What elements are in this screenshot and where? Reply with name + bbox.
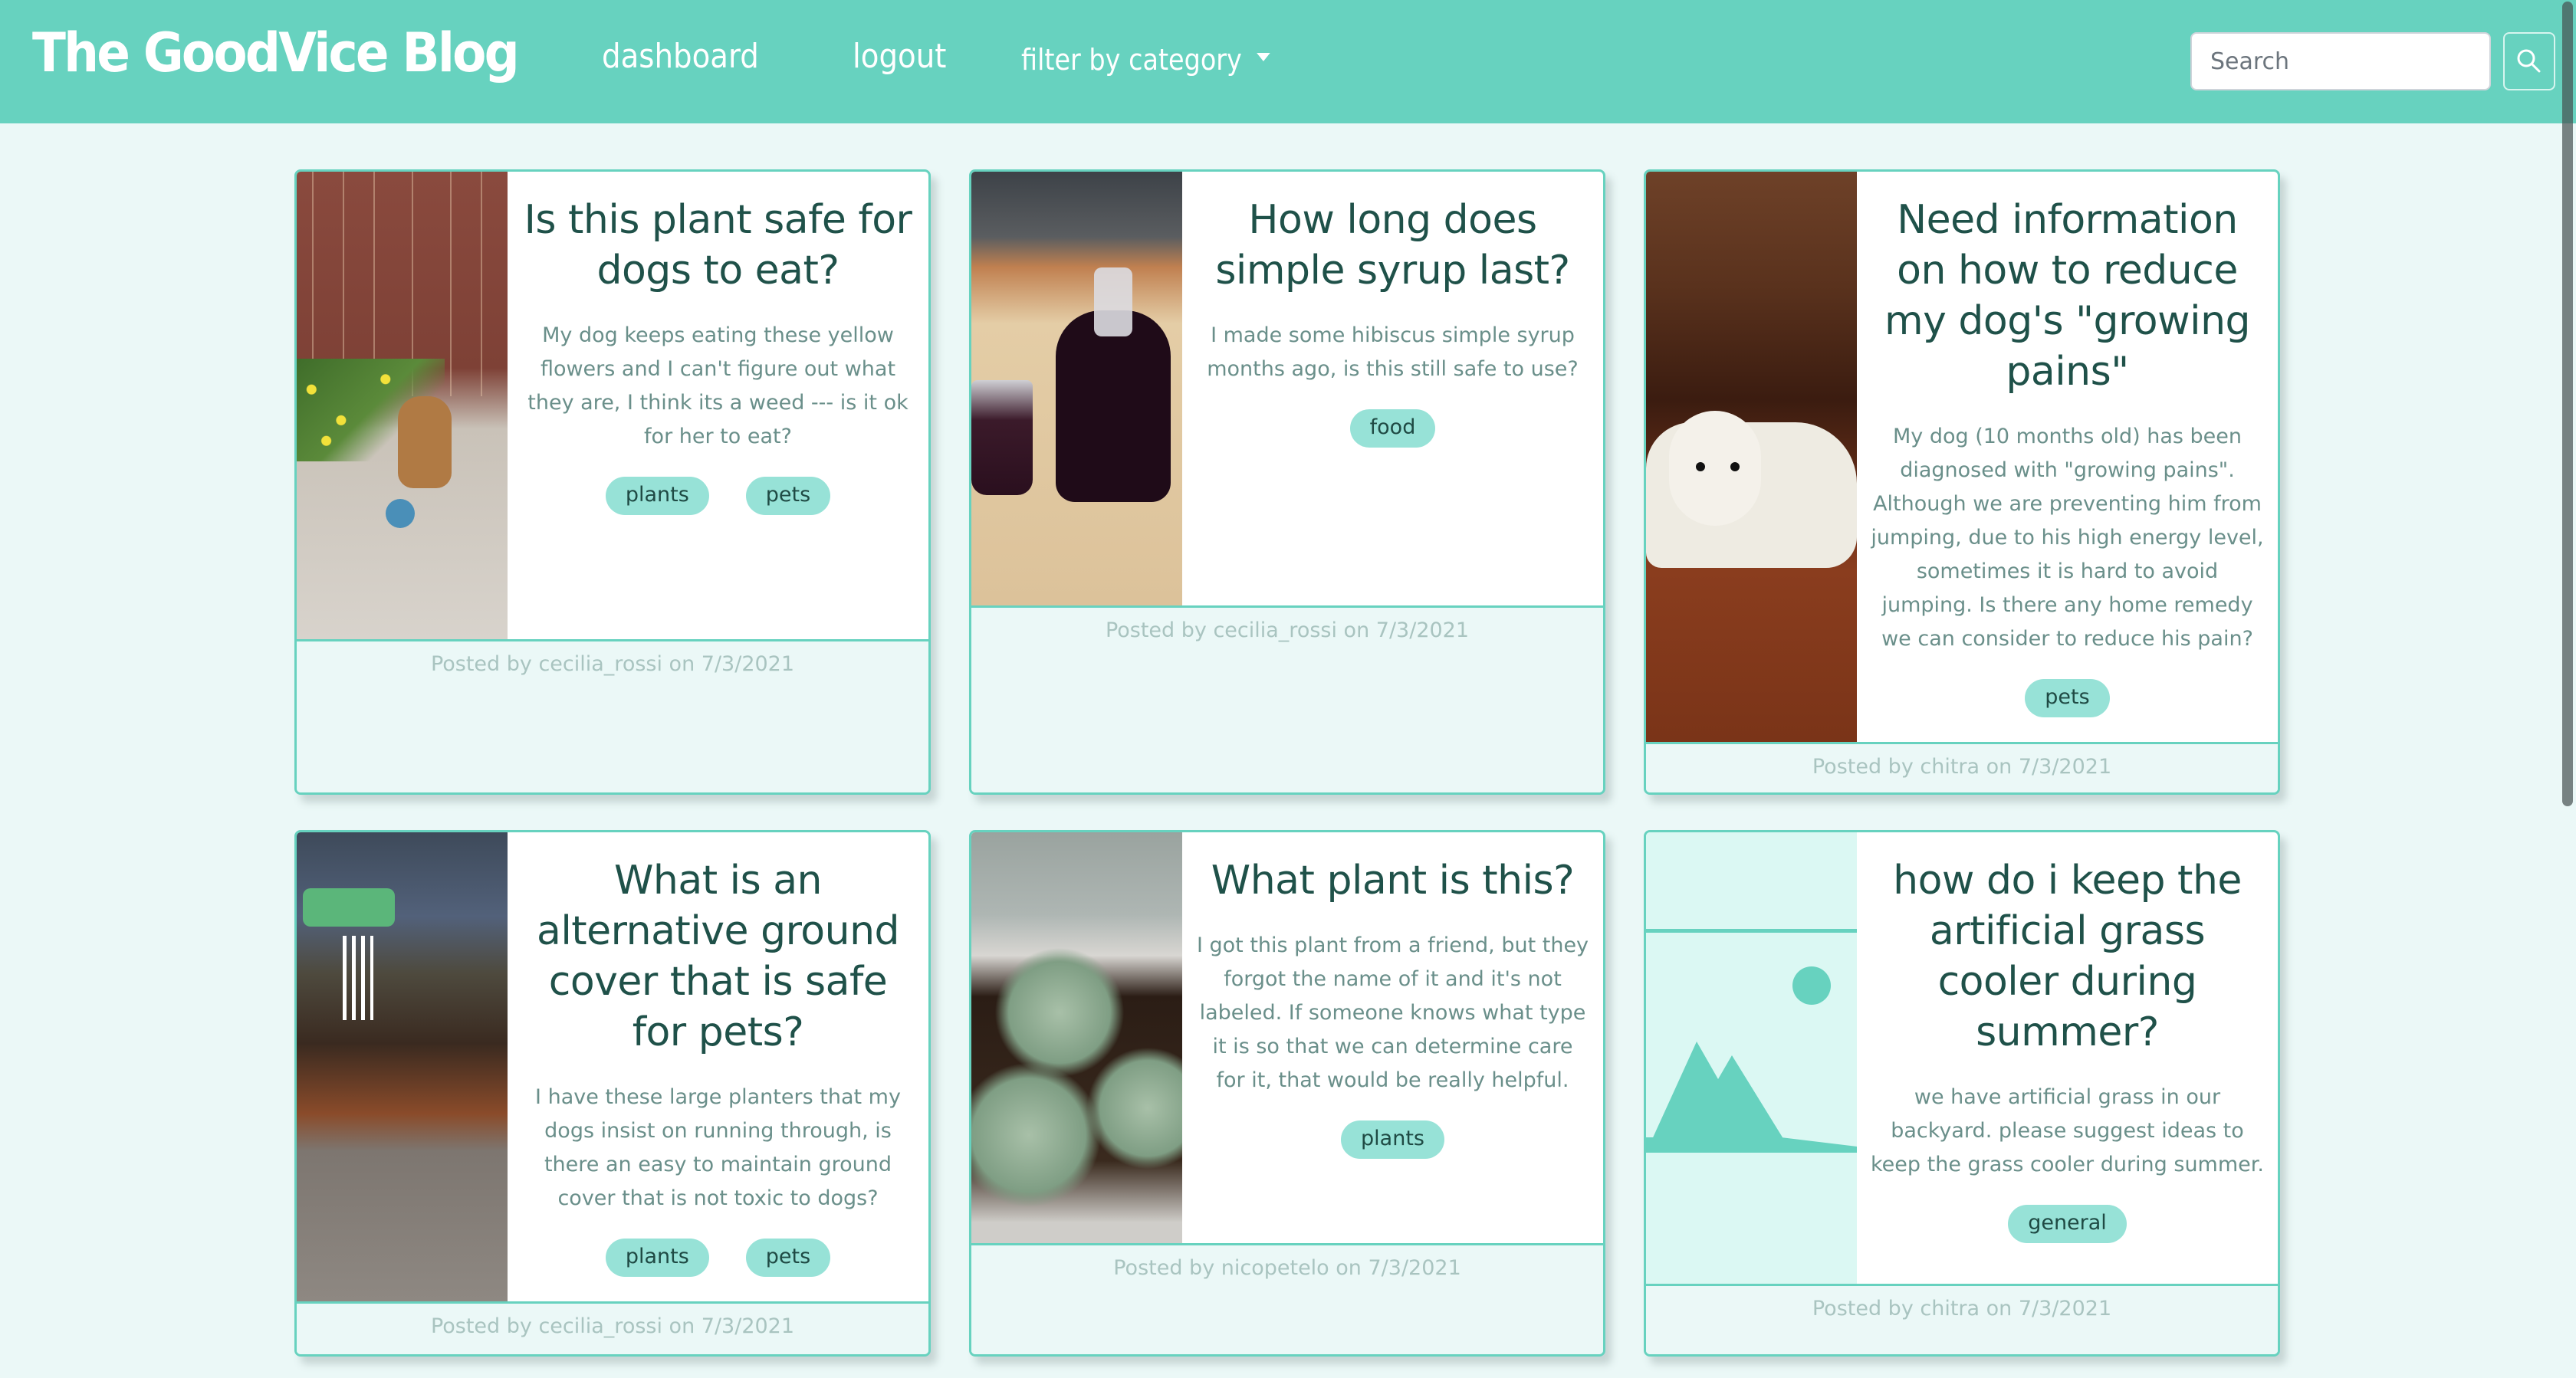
post-title[interactable]: Is this plant safe for dogs to eat? [521, 195, 915, 296]
post-title[interactable]: What is an alternative ground cover that… [521, 855, 915, 1058]
post-footer: Posted by nicopetelo on 7/3/2021 [971, 1243, 1603, 1354]
post-card[interactable]: What is an alternative ground cover that… [294, 830, 931, 1357]
post-footer: Posted by chitra on 7/3/2021 [1646, 742, 2278, 792]
post-title[interactable]: What plant is this? [1211, 855, 1575, 906]
scrollbar-thumb[interactable] [2562, 2, 2573, 806]
placeholder-image-icon [1646, 929, 1857, 1153]
post-title[interactable]: Need information on how to reduce my dog… [1871, 195, 2264, 397]
search-icon [2517, 49, 2541, 73]
brand-logo[interactable]: The GoodVice Blog [32, 21, 520, 84]
post-body: Is this plant safe for dogs to eat? My d… [508, 172, 928, 639]
tag-badge[interactable]: general [2008, 1205, 2127, 1243]
search-button[interactable] [2503, 32, 2555, 90]
post-tags: plants [1341, 1120, 1444, 1159]
tag-badge[interactable]: plants [605, 1239, 709, 1277]
tag-badge[interactable]: pets [745, 1239, 831, 1277]
post-title[interactable]: How long does simple syrup last? [1196, 195, 1589, 296]
post-text: we have artificial grass in our backyard… [1871, 1085, 2264, 1176]
post-text: My dog keeps eating these yellow flowers… [527, 323, 909, 448]
post-tags: food [1349, 409, 1436, 448]
post-footer: Posted by cecilia_rossi on 7/3/2021 [297, 1301, 928, 1354]
post-image [297, 832, 508, 1301]
filter-by-category-dropdown[interactable]: filter by category [1021, 43, 1270, 77]
post-footer: Posted by chitra on 7/3/2021 [1646, 1284, 2278, 1354]
post-text: I have these large planters that my dogs… [535, 1085, 901, 1210]
post-footer: Posted by cecilia_rossi on 7/3/2021 [297, 639, 928, 792]
post-image [297, 172, 508, 639]
post-image [1646, 172, 1857, 742]
tag-badge[interactable]: food [1349, 409, 1436, 448]
post-tags: plants pets [605, 477, 831, 515]
filter-label: filter by category [1021, 43, 1242, 77]
tag-badge[interactable]: plants [1341, 1120, 1444, 1159]
post-body: Need information on how to reduce my dog… [1857, 172, 2278, 742]
post-tags: plants pets [605, 1239, 831, 1277]
post-card[interactable]: What plant is this? I got this plant fro… [969, 830, 1605, 1357]
search-input[interactable] [2190, 32, 2491, 90]
post-body: What plant is this? I got this plant fro… [1182, 832, 1603, 1243]
post-text: I made some hibiscus simple syrup months… [1207, 323, 1579, 381]
nav-logout-link[interactable]: logout [853, 37, 946, 76]
nav-dashboard-link[interactable]: dashboard [602, 37, 759, 76]
post-body: how do i keep the artificial grass coole… [1857, 832, 2278, 1284]
post-title[interactable]: how do i keep the artificial grass coole… [1871, 855, 2264, 1058]
post-body: How long does simple syrup last? I made … [1182, 172, 1603, 605]
post-card[interactable]: How long does simple syrup last? I made … [969, 169, 1605, 795]
post-tags: general [2008, 1205, 2127, 1243]
post-body: What is an alternative ground cover that… [508, 832, 928, 1301]
post-text: I got this plant from a friend, but they… [1196, 933, 1589, 1092]
post-text: My dog (10 months old) has been diagnose… [1871, 425, 2264, 651]
post-image [971, 832, 1182, 1243]
post-image [971, 172, 1182, 605]
post-card[interactable]: Need information on how to reduce my dog… [1644, 169, 2280, 795]
post-card[interactable]: how do i keep the artificial grass coole… [1644, 830, 2280, 1357]
post-image [1646, 832, 1857, 1284]
post-tags: pets [2025, 679, 2110, 717]
tag-badge[interactable]: pets [2025, 679, 2110, 717]
caret-down-icon [1257, 52, 1270, 61]
post-footer: Posted by cecilia_rossi on 7/3/2021 [971, 605, 1603, 792]
post-card[interactable]: Is this plant safe for dogs to eat? My d… [294, 169, 931, 795]
tag-badge[interactable]: pets [745, 477, 831, 515]
navbar: The GoodVice Blog dashboard logout filte… [0, 0, 2576, 123]
tag-badge[interactable]: plants [605, 477, 709, 515]
